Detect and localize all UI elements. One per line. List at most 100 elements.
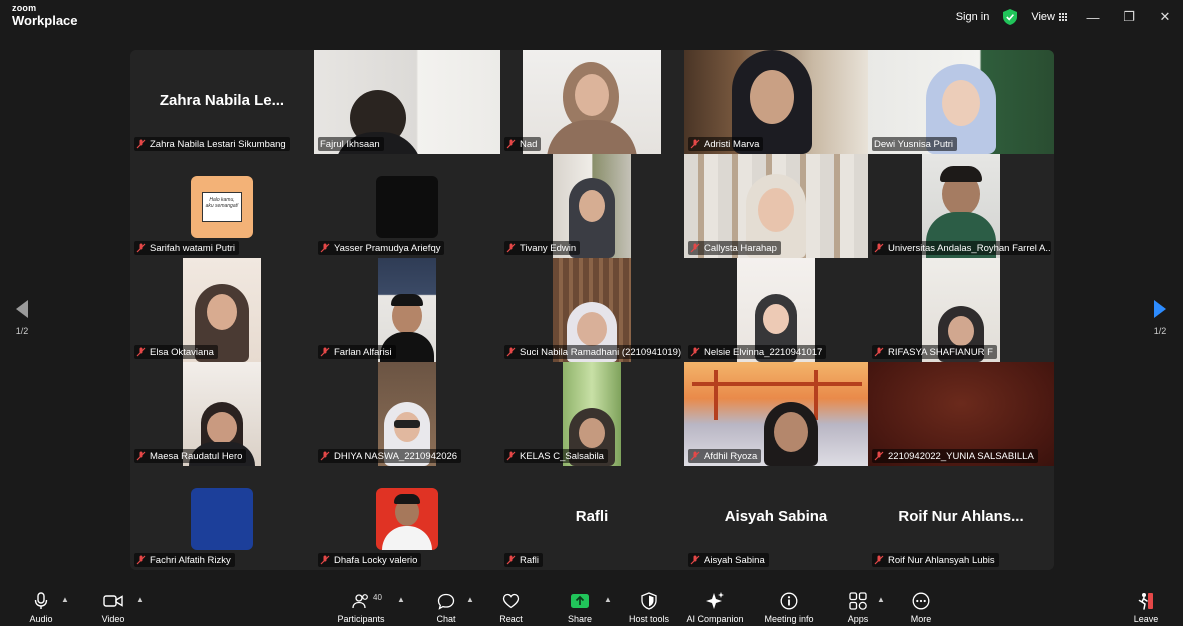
share-screen-button[interactable]: Share <box>563 584 597 626</box>
participant-tile[interactable]: Roif Nur Ahlans... Roif Nur Ahlansyah Lu… <box>868 466 1054 570</box>
participants-label: Participants <box>337 614 385 624</box>
participant-tile[interactable]: RIFASYA SHAFIANUR F <box>868 258 1054 362</box>
participant-name-label: Sarifah watami Putri <box>134 241 240 255</box>
host-tools-button[interactable]: Host tools <box>626 584 672 626</box>
page-indicator-left: 1/2 <box>15 326 29 336</box>
mic-muted-icon <box>320 555 330 565</box>
mic-muted-icon <box>690 555 700 565</box>
leave-door-icon <box>1138 593 1153 610</box>
participant-tile[interactable]: Yasser Pramudya Ariefqy <box>314 154 500 258</box>
share-label: Share <box>567 614 593 624</box>
video-options-chevron-icon[interactable]: ▲ <box>136 595 144 604</box>
participant-name-label: Universitas Andalas_Royhan Farrel A... <box>872 241 1051 255</box>
mic-muted-icon <box>690 347 700 357</box>
participant-display-name: Zahra Nabila Le... <box>159 91 285 109</box>
participant-tile[interactable]: Nelsie Elvinna_2210941017 <box>684 258 868 362</box>
restore-icon: ❐ <box>1123 9 1135 24</box>
participant-display-name: Aisyah Sabina <box>724 507 828 525</box>
next-page-button[interactable]: 1/2 <box>1152 300 1168 336</box>
ai-companion-label: AI Companion <box>686 614 744 624</box>
audio-button[interactable]: Audio <box>22 584 60 626</box>
participant-tile[interactable]: Tivany Edwin <box>500 154 684 258</box>
participant-name-label: Adristi Marva <box>688 137 764 151</box>
previous-page-button[interactable]: 1/2 <box>14 300 30 336</box>
mic-muted-icon <box>506 139 516 149</box>
mic-muted-icon <box>136 243 146 253</box>
participant-tile[interactable]: 2210942022_YUNIA SALSABILLA <box>868 362 1054 466</box>
chevron-left-icon <box>16 300 28 318</box>
participant-tile[interactable]: Suci Nabila Ramadhani (2210941019) <box>500 258 684 362</box>
video-gallery: Zahra Nabila Le... Zahra Nabila Lestari … <box>130 50 1054 570</box>
microphone-icon <box>34 592 48 609</box>
participant-avatar <box>191 488 253 550</box>
chat-button[interactable]: Chat <box>430 584 462 626</box>
participant-tile[interactable]: Maesa Raudatul Hero <box>130 362 314 466</box>
host-tools-label: Host tools <box>628 614 670 624</box>
more-button[interactable]: More <box>906 584 936 626</box>
close-icon: ✕ <box>1159 9 1171 24</box>
participant-tile[interactable]: Universitas Andalas_Royhan Farrel A... <box>868 154 1054 258</box>
ai-sparkle-icon <box>706 592 724 609</box>
minimize-button[interactable]: — <box>1075 0 1111 34</box>
participant-tile[interactable]: Dewi Yusnisa Putri <box>868 50 1054 154</box>
chat-options-chevron-icon[interactable]: ▲ <box>466 595 474 604</box>
participant-tile[interactable]: Halo kamu, aku semangat! Sarifah watami … <box>130 154 314 258</box>
react-button[interactable]: React <box>494 584 528 626</box>
participant-tile[interactable]: Nad <box>500 50 684 154</box>
sign-in-link[interactable]: Sign in <box>956 11 990 23</box>
participant-tile[interactable]: Dhafa Locky valerio <box>314 466 500 570</box>
participants-options-chevron-icon[interactable]: ▲ <box>397 595 405 604</box>
participant-tile[interactable]: Farlan Alfarisi <box>314 258 500 362</box>
view-menu-button[interactable]: View <box>1031 11 1067 23</box>
participant-video <box>523 50 661 154</box>
participant-tile[interactable]: Aisyah Sabina Aisyah Sabina <box>684 466 868 570</box>
share-screen-icon <box>571 594 589 608</box>
participant-tile[interactable]: Fachri Alfatih Rizky <box>130 466 314 570</box>
participant-name-label: Dhafa Locky valerio <box>318 553 422 567</box>
participants-button[interactable]: Participants <box>334 584 388 626</box>
participant-name-label: Afdhil Ryoza <box>688 449 762 463</box>
participants-count: 40 <box>373 593 382 602</box>
participant-tile-active-speaker[interactable]: Fajrul Ikhsaan <box>314 50 500 154</box>
video-button[interactable]: Video <box>94 584 132 626</box>
participant-tile[interactable]: Elsa Oktaviana <box>130 258 314 362</box>
participant-tile[interactable]: Afdhil Ryoza <box>684 362 868 466</box>
participant-name-label: KELAS C_Salsabila <box>504 449 608 463</box>
audio-options-chevron-icon[interactable]: ▲ <box>61 595 69 604</box>
participant-display-name: Rafli <box>575 507 609 525</box>
participant-name-label: Suci Nabila Ramadhani (2210941019) <box>504 345 681 359</box>
participant-tile[interactable]: Zahra Nabila Le... Zahra Nabila Lestari … <box>130 50 314 154</box>
participant-tile[interactable]: DHIYA NASWA_2210942026 <box>314 362 500 466</box>
apps-button[interactable]: Apps <box>842 584 874 626</box>
heart-icon <box>502 593 520 609</box>
mic-muted-icon <box>874 555 884 565</box>
meeting-info-label: Meeting info <box>764 614 814 624</box>
participant-tile[interactable]: Callysta Harahap <box>684 154 868 258</box>
avatar-note: Halo kamu, aku semangat! <box>202 192 242 222</box>
info-icon <box>780 592 798 610</box>
more-dots-icon <box>912 592 930 610</box>
mic-muted-icon <box>320 243 330 253</box>
meeting-info-button[interactable]: Meeting info <box>760 584 818 626</box>
logo-workplace-text: Workplace <box>12 13 78 28</box>
participant-tile[interactable]: KELAS C_Salsabila <box>500 362 684 466</box>
leave-meeting-button[interactable]: Leave <box>1130 584 1162 626</box>
restore-button[interactable]: ❐ <box>1111 0 1147 34</box>
participant-tile[interactable]: Adristi Marva <box>684 50 868 154</box>
participant-name-label: Aisyah Sabina <box>688 553 769 567</box>
encryption-shield-icon[interactable] <box>1003 9 1018 25</box>
participant-tile[interactable]: Rafli Rafli <box>500 466 684 570</box>
page-indicator-right: 1/2 <box>1153 326 1167 336</box>
participant-name-label: Rafli <box>504 553 544 567</box>
participant-name-label: 2210942022_YUNIA SALSABILLA <box>872 449 1038 463</box>
mic-muted-icon <box>506 243 516 253</box>
mic-muted-icon <box>136 555 146 565</box>
share-options-chevron-icon[interactable]: ▲ <box>604 595 612 604</box>
grid-view-icon <box>1059 13 1067 21</box>
apps-options-chevron-icon[interactable]: ▲ <box>877 595 885 604</box>
close-window-button[interactable]: ✕ <box>1147 0 1183 34</box>
participant-name-label: Farlan Alfarisi <box>318 345 396 359</box>
logo-zoom-text: zoom <box>12 3 37 13</box>
audio-label: Audio <box>29 614 53 624</box>
ai-companion-button[interactable]: AI Companion <box>684 584 746 626</box>
